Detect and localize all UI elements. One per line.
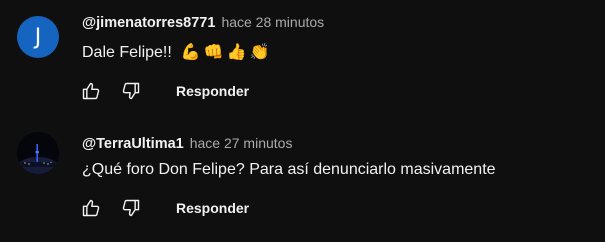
author-name[interactable]: @TerraUltima1 [82,136,184,152]
like-button[interactable] [80,80,102,102]
comment-actions: Responder [80,79,249,103]
comment-header: @TerraUltima1 hace 27 minutos [82,135,292,152]
reply-button[interactable]: Responder [176,200,249,216]
flexed-biceps-emoji: 💪 [180,44,201,61]
dislike-button[interactable] [120,80,142,102]
thumbs-up-icon [81,81,101,101]
comment-thread: J @jimenatorres8771 hace 28 minutos Dale… [0,0,605,122]
thumbs-up-emoji: 👍 [226,44,247,61]
comment-body: Dale Felipe!! [82,44,172,61]
avatar-letter: J [34,24,42,50]
author-name[interactable]: @jimenatorres8771 [82,15,215,31]
comment-text: ¿Qué foro Don Felipe? Para así denunciar… [82,161,496,179]
comment-actions: Responder [80,196,249,220]
comments-section: J @jimenatorres8771 hace 28 minutos Dale… [0,0,605,242]
reply-button[interactable]: Responder [176,83,249,99]
dislike-button[interactable] [120,197,142,219]
comment-thread: @TerraUltima1 hace 27 minutos ¿Qué foro … [0,122,605,242]
comment-timestamp[interactable]: hace 28 minutos [221,14,324,30]
comment-body: ¿Qué foro Don Felipe? Para así denunciar… [82,161,496,178]
city-night-photo [17,132,59,174]
comment-emojis: 💪 👊 👍 👏 [181,45,270,61]
comment-timestamp[interactable]: hace 27 minutos [190,135,293,151]
avatar[interactable] [17,132,59,174]
avatar[interactable]: J [17,16,59,58]
thumbs-down-icon [121,198,141,218]
thumbs-up-icon [81,198,101,218]
comment-text: Dale Felipe!! 💪 👊 👍 👏 [82,44,270,62]
fist-bump-emoji: 👊 [203,44,224,61]
clapping-hands-emoji: 👏 [249,44,270,61]
thumbs-down-icon [121,81,141,101]
comment-header: @jimenatorres8771 hace 28 minutos [82,14,324,31]
like-button[interactable] [80,197,102,219]
